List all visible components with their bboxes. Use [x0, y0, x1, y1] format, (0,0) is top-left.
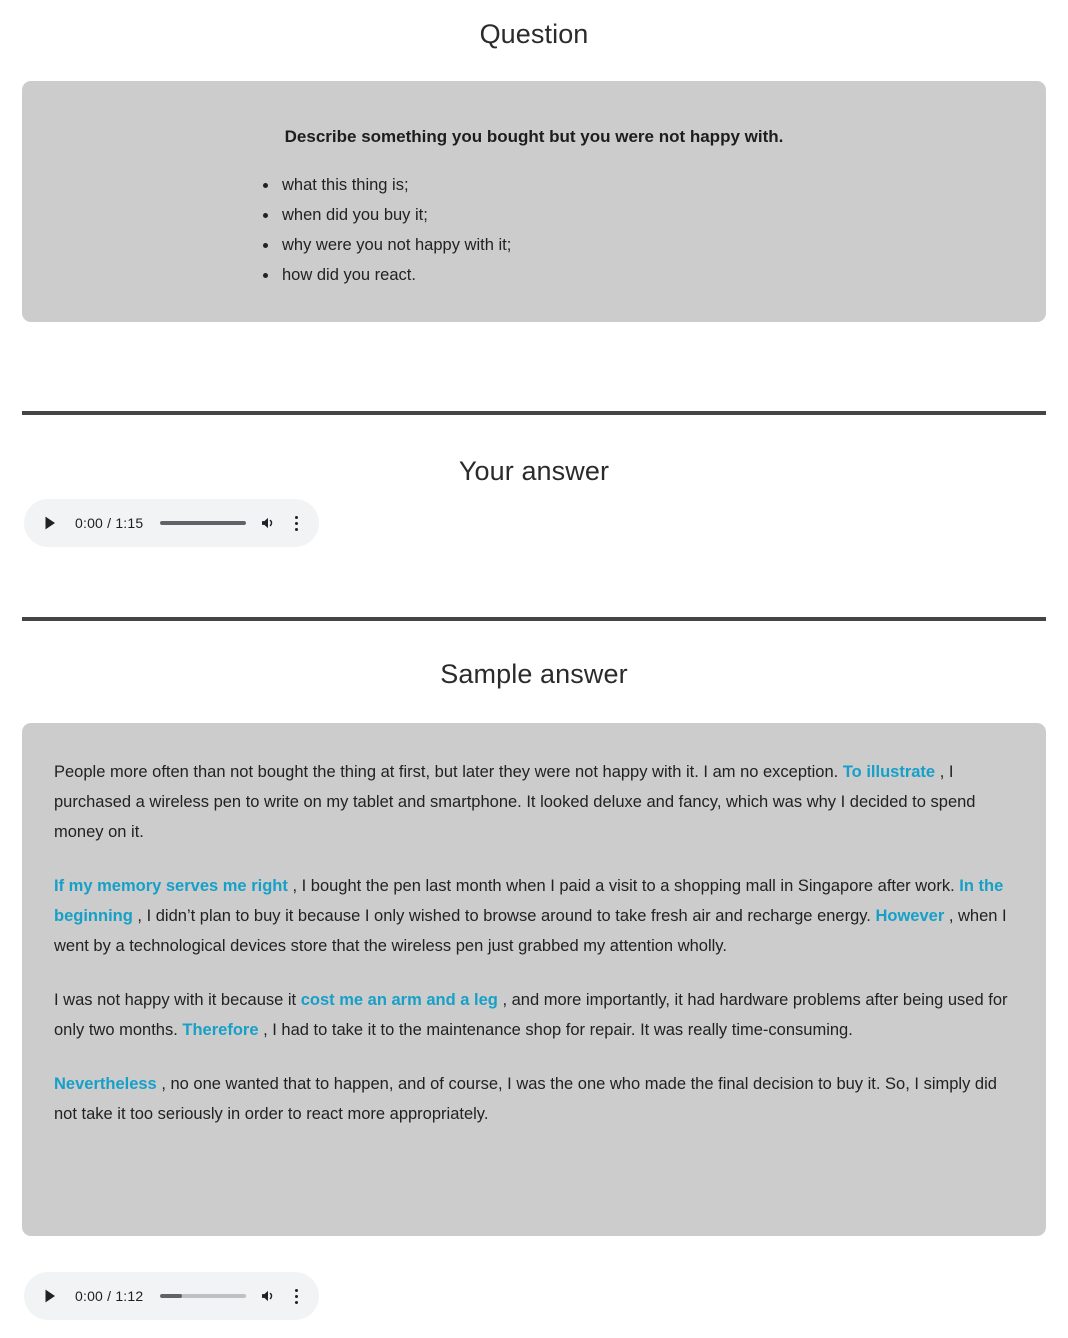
question-prompt: Describe something you bought but you we… [284, 127, 784, 146]
list-item: when did you buy it; [260, 200, 1002, 230]
answer-paragraph: If my memory serves me right , I bought … [54, 871, 1014, 961]
highlighted-phrase: Therefore [182, 1021, 259, 1039]
sample-answer-audio-player[interactable]: 0:00 / 1:12 [24, 1272, 319, 1320]
highlighted-phrase: If my memory serves me right [54, 877, 288, 895]
sample-answer-panel: People more often than not bought the th… [22, 723, 1046, 1236]
audio-progress-slider[interactable] [160, 521, 246, 525]
sample-answer-heading: Sample answer [440, 659, 628, 689]
audio-progress-slider[interactable] [160, 1294, 246, 1298]
menu-dot [294, 515, 298, 519]
answer-text-run: People more often than not bought the th… [54, 763, 843, 781]
answer-paragraph: People more often than not bought the th… [54, 757, 1014, 847]
menu-dot [294, 521, 298, 525]
your-answer-heading: Your answer [458, 456, 610, 486]
audio-time-display: 0:00 / 1:15 [75, 515, 144, 531]
answer-text-run: , I didn’t plan to buy it because I only… [132, 907, 876, 925]
answer-text-run: , I had to take it to the maintenance sh… [258, 1021, 853, 1039]
answer-paragraph: I was not happy with it because it cost … [54, 985, 1014, 1045]
volume-up-icon[interactable] [258, 513, 278, 533]
question-panel: Describe something you bought but you we… [22, 81, 1046, 322]
more-vertical-icon[interactable] [287, 513, 305, 533]
audio-time-display: 0:00 / 1:12 [75, 1288, 144, 1304]
more-vertical-icon[interactable] [287, 1286, 305, 1306]
menu-dot [294, 1300, 298, 1304]
highlighted-phrase: However [875, 907, 945, 925]
exercise-page: Question Describe something you bought b… [0, 0, 1068, 1338]
answer-text-run: , I bought the pen last month when I pai… [287, 877, 960, 895]
audio-buffered-bar [160, 521, 246, 525]
list-item: why were you not happy with it; [260, 230, 1002, 260]
play-icon[interactable] [41, 514, 59, 532]
list-item: how did you react. [260, 260, 1002, 290]
answer-text-run: , no one wanted that to happen, and of c… [54, 1075, 997, 1123]
answer-text-run: I was not happy with it because it [54, 991, 301, 1009]
answer-paragraph: Nevertheless , no one wanted that to hap… [54, 1069, 1014, 1129]
section-divider-bottom [22, 617, 1046, 621]
highlighted-phrase: To illustrate [842, 763, 936, 781]
highlighted-phrase: cost me an arm and a leg [300, 991, 498, 1009]
play-icon[interactable] [41, 1287, 59, 1305]
menu-dot [294, 1294, 298, 1298]
your-answer-audio-player[interactable]: 0:00 / 1:15 [24, 499, 319, 547]
question-bullet-list: what this thing is; when did you buy it;… [66, 170, 1002, 290]
menu-dot [294, 1288, 298, 1292]
audio-buffered-bar [160, 1294, 182, 1298]
section-divider-top [22, 411, 1046, 415]
question-heading: Question [479, 19, 589, 49]
list-item: what this thing is; [260, 170, 1002, 200]
menu-dot [294, 527, 298, 531]
volume-up-icon[interactable] [258, 1286, 278, 1306]
highlighted-phrase: Nevertheless [54, 1075, 157, 1093]
